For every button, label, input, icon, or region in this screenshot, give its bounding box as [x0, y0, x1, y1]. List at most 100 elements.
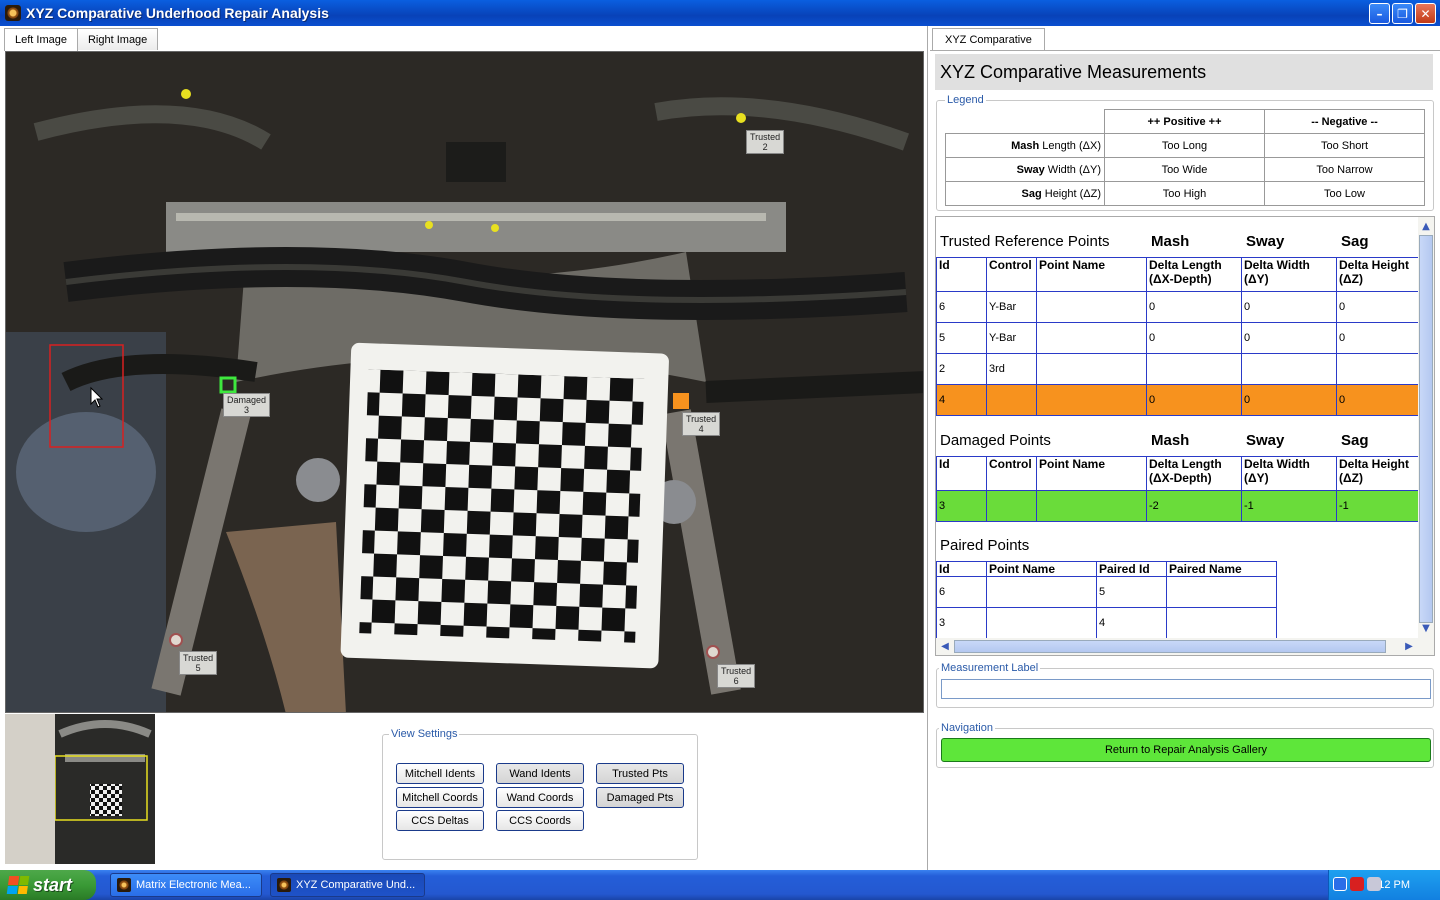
paired-section-header: Paired Points — [940, 537, 1029, 554]
vertical-scrollbar[interactable]: ▲ ▼ — [1418, 217, 1434, 639]
photo-scene — [6, 52, 923, 712]
legend-negative-header: -- Negative -- — [1264, 109, 1425, 134]
header-id: Id — [936, 561, 987, 577]
system-tray: 4:12 PM — [1328, 870, 1440, 900]
trusted-pts-button[interactable]: Trusted Pts — [596, 763, 684, 784]
horizontal-scroll-thumb[interactable] — [954, 640, 1386, 653]
wand-coords-button[interactable]: Wand Coords — [496, 787, 584, 808]
thumbnail-image — [55, 714, 155, 864]
legend-cell: Too Short — [1264, 133, 1425, 158]
paired-points-table: Id Point Name Paired Id Paired Name 65 3… — [936, 561, 1277, 639]
tray-shield-icon[interactable] — [1350, 877, 1364, 891]
scroll-up-icon[interactable]: ▲ — [1419, 219, 1433, 233]
table-row[interactable]: 6 Y-Bar 0 0 0 — [936, 291, 1422, 323]
navigation-group: Navigation Return to Repair Analysis Gal… — [936, 722, 1434, 768]
view-settings-group: View Settings Mitchell Idents Wand Ident… — [382, 728, 698, 860]
taskbar-item-xyz[interactable]: XYZ Comparative Und... — [270, 873, 425, 897]
measurement-label-input[interactable] — [941, 679, 1431, 699]
measurement-label-title: Measurement Label — [939, 662, 1041, 674]
legend-cell: Too Low — [1264, 181, 1425, 206]
sag-heading: Sag — [1341, 432, 1369, 449]
header-delta-height: Delta Height (ΔZ) — [1336, 257, 1422, 292]
start-button[interactable]: start — [0, 870, 96, 900]
page-title: XYZ Comparative Measurements — [935, 54, 1433, 90]
legend-group: Legend ++ Positive ++ -- Negative -- Mas… — [936, 94, 1434, 211]
header-control: Control — [986, 257, 1037, 292]
header-point-name: Point Name — [1036, 456, 1147, 491]
measurements-scroll-area[interactable]: Trusted Reference Points Mash Sway Sag I… — [935, 216, 1435, 656]
legend-table: ++ Positive ++ -- Negative -- Mash Lengt… — [945, 109, 1425, 206]
horizontal-scrollbar[interactable]: ◀ ▶ — [936, 638, 1434, 655]
header-paired-id: Paired Id — [1096, 561, 1167, 577]
mash-heading: Mash — [1151, 432, 1190, 449]
view-settings-legend: View Settings — [389, 728, 460, 740]
scroll-left-icon[interactable]: ◀ — [938, 639, 952, 653]
legend-title: Legend — [945, 94, 986, 106]
windows-logo-icon — [6, 876, 30, 894]
header-delta-length: Delta Length (ΔX-Depth) — [1146, 456, 1242, 491]
header-id: Id — [936, 456, 987, 491]
close-button[interactable]: ✕ — [1415, 3, 1436, 24]
thumbnail-navigator[interactable] — [5, 714, 155, 864]
client-area: Left Image Right Image Trusted 2 Damaged… — [0, 26, 1440, 870]
wand-idents-button[interactable]: Wand Idents — [496, 763, 584, 784]
ccs-deltas-button[interactable]: CCS Deltas — [396, 810, 484, 831]
mash-heading: Mash — [1151, 233, 1190, 250]
taskbar-item-matrix[interactable]: Matrix Electronic Mea... — [110, 873, 262, 897]
legend-cell: Too Long — [1104, 133, 1265, 158]
table-row-highlighted[interactable]: 3 -2 -1 -1 — [936, 490, 1422, 522]
table-row[interactable]: 65 — [936, 576, 1277, 608]
header-delta-height: Delta Height (ΔZ) — [1336, 456, 1422, 491]
mitchell-idents-button[interactable]: Mitchell Idents — [396, 763, 484, 784]
legend-cell: Too Narrow — [1264, 157, 1425, 182]
header-delta-length: Delta Length (ΔX-Depth) — [1146, 257, 1242, 292]
header-paired-name: Paired Name — [1166, 561, 1277, 577]
tray-expand-icon[interactable] — [1333, 877, 1347, 891]
left-pane: Left Image Right Image Trusted 2 Damaged… — [0, 26, 928, 870]
trusted-6-label: Trusted 6 — [717, 664, 756, 688]
table-row-highlighted[interactable]: 4000 — [936, 384, 1422, 416]
minimize-button[interactable]: – — [1369, 3, 1390, 24]
window-title: XYZ Comparative Underhood Repair Analysi… — [26, 5, 329, 21]
scroll-down-icon[interactable]: ▼ — [1419, 621, 1433, 635]
underhood-photo[interactable]: Trusted 2 Damaged 3 Trusted 4 Trusted 5 Trus… — [5, 51, 924, 713]
trusted-4-label: Trusted 4 — [682, 412, 721, 436]
damaged-section-header: Damaged Points Mash Sway Sag — [940, 432, 1420, 449]
trusted-2-label: Trusted 2 — [746, 130, 785, 154]
tab-left-image[interactable]: Left Image — [4, 28, 78, 51]
tray-network-icon[interactable] — [1367, 877, 1381, 891]
legend-positive-header: ++ Positive ++ — [1104, 109, 1265, 134]
trusted-5-label: Trusted 5 — [179, 651, 218, 675]
navigation-title: Navigation — [939, 722, 995, 734]
right-pane: XYZ Comparative XYZ Comparative Measurem… — [930, 26, 1440, 870]
sway-heading: Sway — [1246, 233, 1285, 250]
return-to-gallery-button[interactable]: Return to Repair Analysis Gallery — [941, 738, 1431, 762]
taskbar: start Matrix Electronic Mea... XYZ Compa… — [0, 870, 1440, 900]
damaged-pts-button[interactable]: Damaged Pts — [596, 787, 684, 808]
mitchell-coords-button[interactable]: Mitchell Coords — [396, 787, 484, 808]
tab-xyz-comparative[interactable]: XYZ Comparative — [932, 28, 1045, 50]
table-row[interactable]: 34 — [936, 607, 1277, 639]
table-row[interactable]: 5 Y-Bar 0 0 0 — [936, 322, 1422, 354]
restore-button[interactable]: ❐ — [1392, 3, 1413, 24]
sag-heading: Sag — [1341, 233, 1369, 250]
scroll-right-icon[interactable]: ▶ — [1402, 639, 1416, 653]
header-point-name: Point Name — [986, 561, 1097, 577]
table-row[interactable]: 2 3rd — [936, 353, 1422, 385]
legend-row-label: Sag Height (ΔZ) — [945, 181, 1105, 206]
tab-right-image[interactable]: Right Image — [76, 28, 159, 50]
ccs-coords-button[interactable]: CCS Coords — [496, 810, 584, 831]
damaged-points-table: Id Control Point Name Delta Length (ΔX-De… — [936, 456, 1422, 522]
damaged-title: Damaged Points — [940, 432, 1051, 449]
app-icon — [277, 878, 291, 892]
app-icon — [117, 878, 131, 892]
app-icon — [5, 5, 21, 21]
vertical-scroll-thumb[interactable] — [1419, 235, 1433, 623]
legend-cell: Too High — [1104, 181, 1265, 206]
paired-title: Paired Points — [940, 537, 1030, 554]
header-delta-width: Delta Width (ΔY) — [1241, 456, 1337, 491]
trusted-section-header: Trusted Reference Points Mash Sway Sag — [940, 233, 1420, 250]
trusted-points-table: Id Control Point Name Delta Length (ΔX-De… — [936, 257, 1422, 416]
trusted-title: Trusted Reference Points — [940, 233, 1110, 250]
measurement-label-group: Measurement Label — [936, 662, 1434, 708]
